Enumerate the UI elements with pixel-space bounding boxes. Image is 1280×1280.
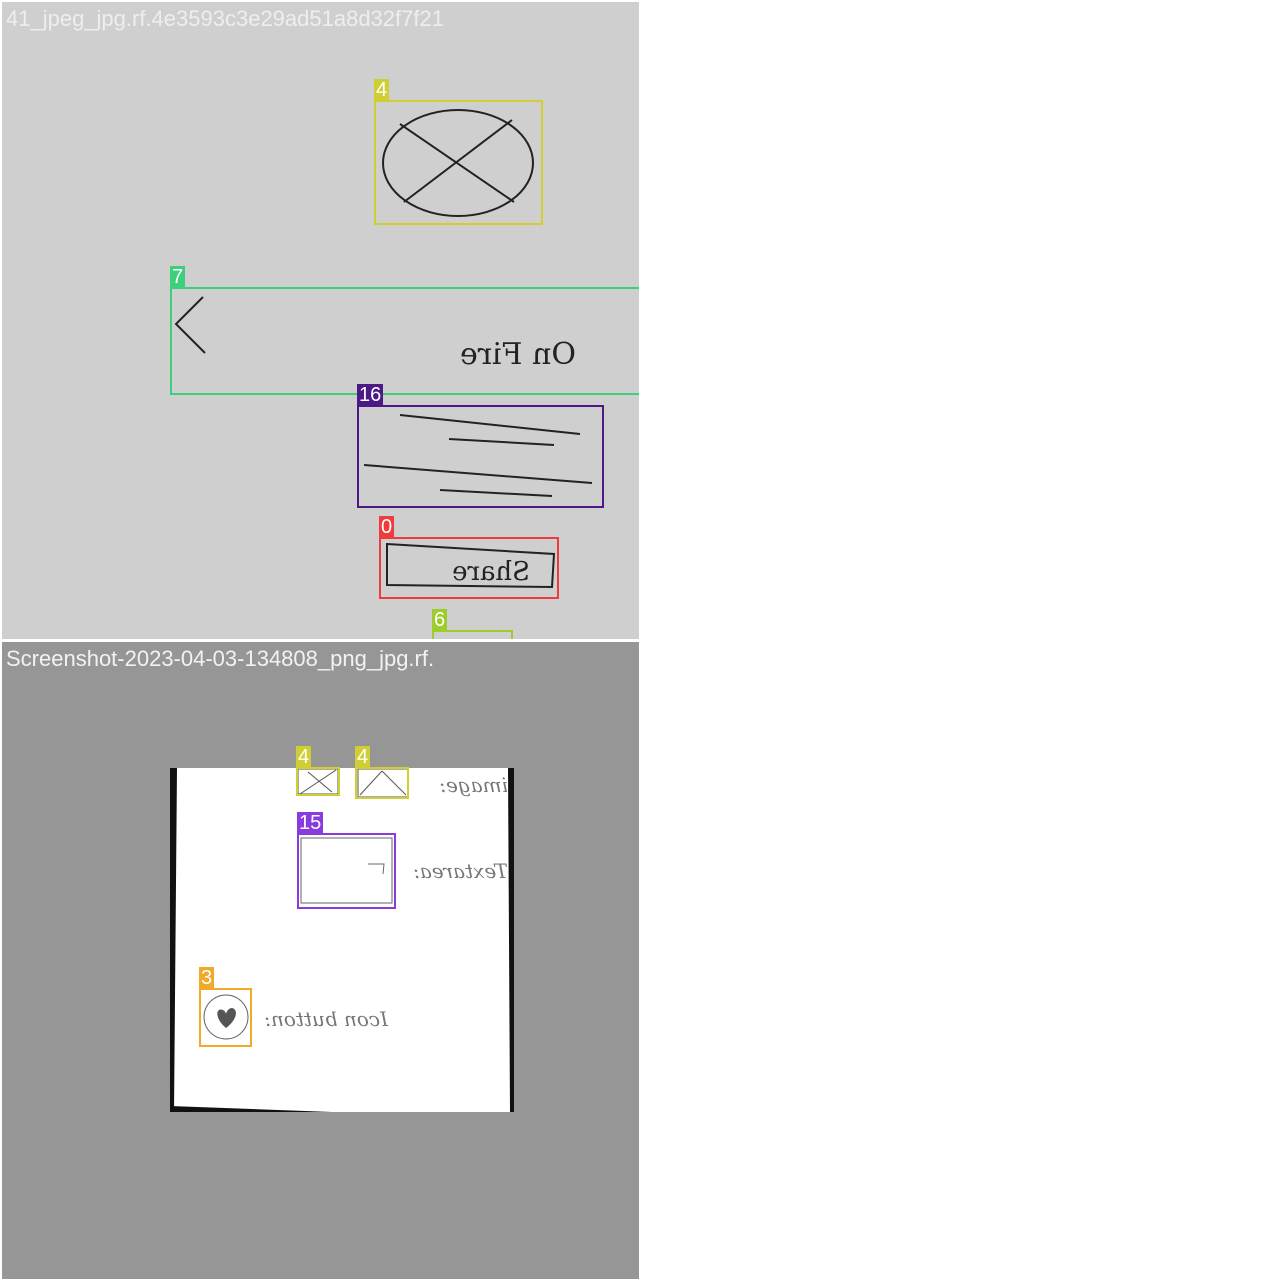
annotation-box-partial: [432, 630, 513, 639]
annotation-label-header: 7: [170, 266, 186, 288]
annotation-box-header: [170, 287, 639, 395]
annotation-label-image-small-1: 4: [296, 746, 312, 768]
annotation-box-image-small-2: [355, 767, 409, 799]
annotation-label-partial: 6: [432, 609, 448, 631]
tile-filename: 41_jpeg_jpg.rf.4e3593c3e29ad51a8d32f7f21: [6, 6, 444, 31]
annotation-box-icon-button: [199, 988, 252, 1047]
sketch-drawing-bottom: image: Textarea: Icon button:: [170, 768, 514, 1112]
sketch-tile-top: On Fire Share 41_jpeg_jpg.rf.4e3593c3e29…: [2, 2, 639, 639]
annotation-label-text-lines: 16: [357, 384, 384, 406]
annotation-label-share-button: 0: [379, 516, 395, 538]
svg-text:Icon button:: Icon button:: [264, 1007, 389, 1031]
annotation-box-text-lines: [357, 405, 604, 508]
annotation-label-icon-button: 3: [199, 967, 215, 989]
annotation-label-image: 4: [374, 79, 390, 101]
svg-text:image:: image:: [439, 773, 508, 797]
textarea-label-sketch: Textarea:: [413, 859, 508, 883]
annotation-box-image: [374, 100, 543, 225]
sketch-tile-bottom: image: Textarea: Icon button: Screenshot…: [2, 642, 639, 1279]
image-label-sketch: image:: [439, 773, 508, 797]
svg-text:Textarea:: Textarea:: [413, 859, 508, 883]
annotation-box-textarea: [297, 833, 396, 909]
tile-filename: Screenshot-2023-04-03-134808_png_jpg.rf.: [6, 646, 435, 671]
annotation-label-image-small-2: 4: [355, 746, 371, 768]
icon-button-label-sketch: Icon button:: [264, 1007, 389, 1031]
annotation-label-textarea: 15: [297, 812, 324, 834]
annotation-box-share-button: [379, 537, 559, 599]
annotation-box-image-small-1: [296, 767, 340, 796]
